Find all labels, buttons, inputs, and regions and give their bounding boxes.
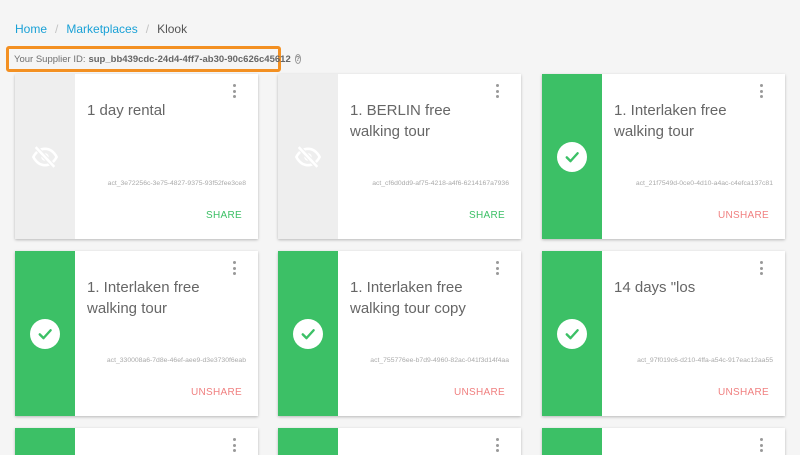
card-status-panel xyxy=(542,74,602,239)
unshare-button[interactable]: UNSHARE xyxy=(454,387,505,398)
product-card xyxy=(542,428,785,455)
share-button[interactable]: SHARE xyxy=(206,210,242,221)
eye-off-icon xyxy=(31,144,59,169)
help-icon[interactable]: ? xyxy=(294,54,302,64)
product-card: 1. Interlaken free walking tour act_3300… xyxy=(15,251,258,416)
more-options-icon[interactable] xyxy=(230,84,238,98)
eye-off-icon xyxy=(294,144,322,169)
card-status-panel xyxy=(15,428,75,455)
card-title: 1. Interlaken free walking tour xyxy=(87,279,200,317)
more-options-icon[interactable] xyxy=(493,438,501,452)
card-title: 1 day rental xyxy=(87,102,166,119)
breadcrumb: Home / Marketplaces / Klook xyxy=(15,22,187,36)
card-activity-id: act_cf6d0dd9-af75-4218-a4f6-6214167a7936 xyxy=(372,180,509,187)
product-card: 1 day rental act_3e72256c-3e75-4827-9375… xyxy=(15,74,258,239)
card-title: 14 days "los xyxy=(614,279,696,296)
more-options-icon[interactable] xyxy=(757,84,765,98)
supplier-id-box: Your Supplier ID: sup_bb439cdc-24d4-4ff7… xyxy=(6,46,302,72)
product-card xyxy=(15,428,258,455)
card-activity-id: act_97f019c6-d210-4ffa-a54c-917eac12aa55 xyxy=(637,357,773,364)
more-options-icon[interactable] xyxy=(493,84,501,98)
check-icon xyxy=(557,141,587,172)
more-options-icon[interactable] xyxy=(493,261,501,275)
breadcrumb-separator: / xyxy=(145,22,150,36)
product-card: 1. Interlaken free walking tour copy act… xyxy=(278,251,521,416)
share-button[interactable]: SHARE xyxy=(469,210,505,221)
card-status-panel xyxy=(278,251,338,416)
unshare-button[interactable]: UNSHARE xyxy=(191,387,242,398)
card-status-panel xyxy=(15,251,75,416)
supplier-id-value: sup_bb439cdc-24d4-4ff7-ab30-90c626c45612 xyxy=(88,53,291,65)
card-status-panel xyxy=(542,428,602,455)
card-activity-id: act_3e72256c-3e75-4827-9375-93f52fee3ce8 xyxy=(107,180,246,187)
more-options-icon[interactable] xyxy=(230,261,238,275)
check-icon xyxy=(30,318,60,349)
product-card: 14 days "los act_97f019c6-d210-4ffa-a54c… xyxy=(542,251,785,416)
card-status-panel xyxy=(278,74,338,239)
check-icon xyxy=(293,318,323,349)
more-options-icon[interactable] xyxy=(757,261,765,275)
product-card: 1. Interlaken free walking tour act_21f7… xyxy=(542,74,785,239)
breadcrumb-current: Klook xyxy=(157,22,188,36)
product-card: 1. BERLIN free walking tour act_cf6d0dd9… xyxy=(278,74,521,239)
more-options-icon[interactable] xyxy=(230,438,238,452)
card-status-panel xyxy=(15,74,75,239)
card-title: 1. Interlaken free walking tour copy xyxy=(350,279,466,317)
card-status-panel xyxy=(542,251,602,416)
card-title: 1. Interlaken free walking tour xyxy=(614,102,727,140)
card-status-panel xyxy=(278,428,338,455)
card-activity-id: act_21f7549d-0ce0-4d10-a4ac-c4efca137c81 xyxy=(635,180,773,187)
breadcrumb-marketplaces-link[interactable]: Marketplaces xyxy=(66,22,137,36)
unshare-button[interactable]: UNSHARE xyxy=(718,210,769,221)
check-icon xyxy=(557,318,587,349)
supplier-id-label: Your Supplier ID: xyxy=(14,53,86,65)
product-card xyxy=(278,428,521,455)
unshare-button[interactable]: UNSHARE xyxy=(718,387,769,398)
card-title: 1. BERLIN free walking tour xyxy=(350,102,451,140)
breadcrumb-separator: / xyxy=(55,22,59,36)
card-activity-id: act_755776ee-b7d9-4960-82ac-041f3d14f4aa xyxy=(370,357,509,364)
breadcrumb-home-link[interactable]: Home xyxy=(15,22,47,36)
card-activity-id: act_330008a6-7d8e-46ef-aee9-d3e3730f6eab xyxy=(106,357,246,364)
more-options-icon[interactable] xyxy=(757,438,765,452)
